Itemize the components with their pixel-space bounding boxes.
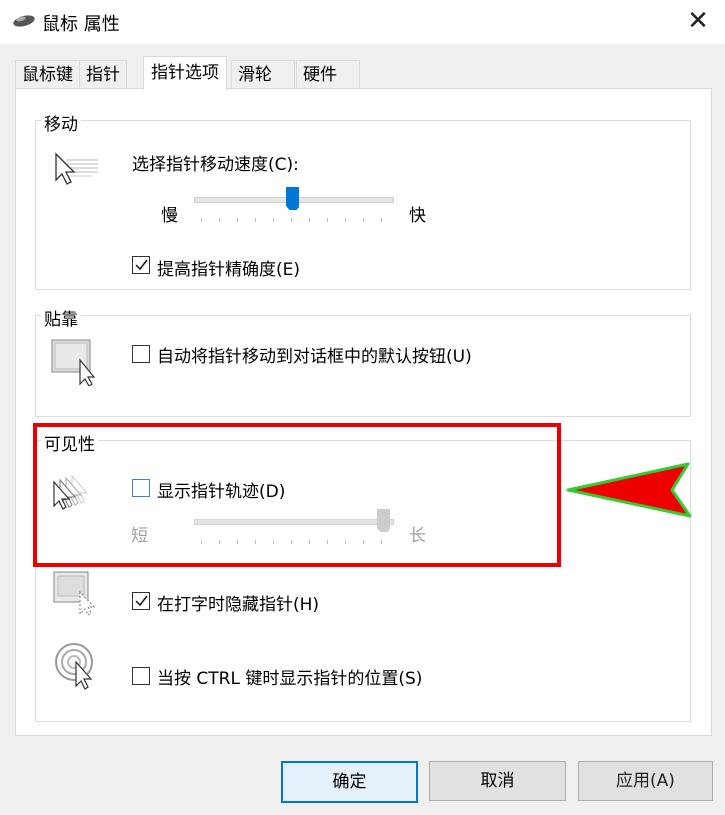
speed-label: 选择指针移动速度(C): — [132, 155, 299, 175]
show-location-icon — [55, 643, 93, 690]
annotation-arrow-icon — [566, 462, 692, 518]
cancel-button[interactable]: 取消 — [429, 761, 566, 801]
slider-tick — [291, 218, 292, 222]
precision-checkbox[interactable] — [132, 256, 150, 274]
apply-button[interactable]: 应用(A) — [578, 761, 713, 801]
checkmark-icon — [135, 259, 148, 271]
slider-tick — [237, 218, 238, 222]
window-title: 鼠标 属性 — [42, 14, 120, 35]
mouse-icon — [13, 15, 35, 27]
tab-pointer-options[interactable]: 指针选项 — [143, 56, 227, 90]
snap-group-label: 贴靠 — [41, 305, 81, 330]
snap-label: 自动将指针移动到对话框中的默认按钮(U) — [157, 347, 472, 367]
ok-button[interactable]: 确定 — [281, 761, 418, 803]
slider-tick — [309, 218, 310, 222]
title-bar: 鼠标 属性 ✕ — [0, 0, 725, 44]
slider-tick — [201, 218, 202, 222]
snap-to-icon — [51, 339, 96, 386]
hide-while-typing-icon — [53, 571, 96, 616]
ctrl-location-label: 当按 CTRL 键时显示指针的位置(S) — [157, 669, 423, 689]
slider-tick — [327, 218, 328, 222]
tab-wheel[interactable]: 滑轮 — [231, 60, 295, 89]
slider-tick — [255, 218, 256, 222]
close-icon: ✕ — [687, 6, 709, 36]
slider-tick — [219, 218, 220, 222]
slow-label: 慢 — [161, 206, 178, 226]
precision-label: 提高指针精确度(E) — [157, 260, 301, 280]
close-button[interactable]: ✕ — [683, 6, 713, 36]
tab-pointers[interactable]: 指针 — [79, 60, 127, 89]
hide-typing-label: 在打字时隐藏指针(H) — [157, 595, 320, 615]
slider-tick — [345, 218, 346, 222]
tab-mouse-buttons[interactable]: 鼠标键 — [15, 60, 80, 89]
motion-group-label: 移动 — [41, 110, 81, 135]
slider-tick — [273, 218, 274, 222]
snap-checkbox[interactable] — [132, 345, 150, 363]
highlight-box — [33, 423, 561, 567]
fast-label: 快 — [409, 206, 426, 226]
speed-slider-thumb[interactable] — [285, 186, 299, 210]
slider-tick — [381, 218, 382, 222]
ctrl-location-checkbox[interactable] — [132, 667, 150, 685]
slider-tick — [363, 218, 364, 222]
hide-typing-checkbox[interactable] — [132, 592, 150, 610]
pointer-speed-icon — [55, 152, 98, 185]
tab-hardware[interactable]: 硬件 — [296, 60, 360, 89]
checkmark-icon — [135, 595, 148, 607]
speed-slider[interactable] — [194, 186, 394, 226]
